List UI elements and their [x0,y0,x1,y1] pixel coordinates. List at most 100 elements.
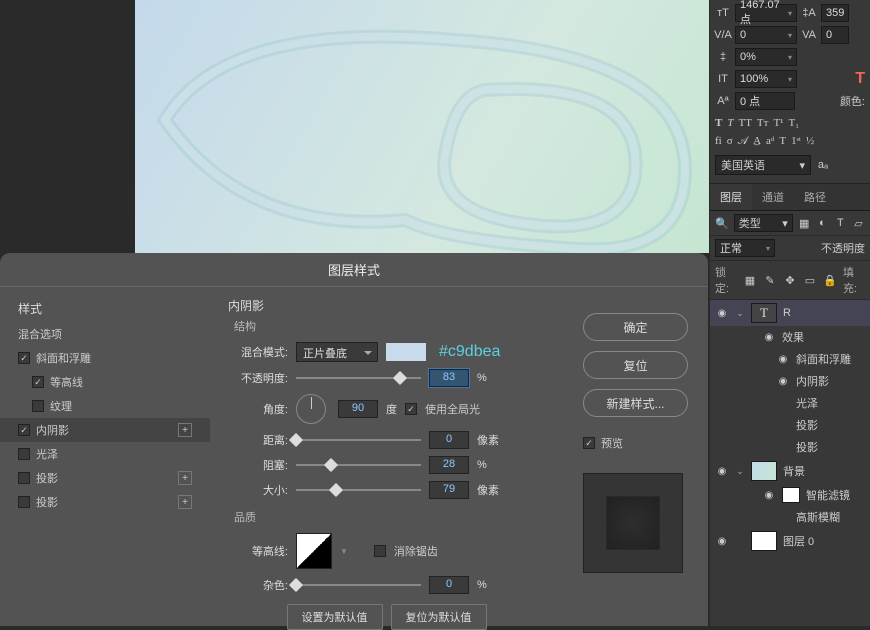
filter-type-select[interactable]: 类型▾ [734,214,793,232]
style-inner-shadow[interactable]: 内阴影 [0,418,210,442]
fx-drop-shadow-2[interactable]: 投影 [710,436,870,458]
smart-filters-header[interactable]: 智能滤镜 [710,484,870,506]
fx-bevel[interactable]: 斜面和浮雕 [710,348,870,370]
add-effect-icon[interactable] [178,471,192,485]
reset-button[interactable]: 复位 [583,351,688,379]
disclosure-icon[interactable]: ⌄ [735,308,745,319]
add-effect-icon[interactable] [178,495,192,509]
checkbox-icon[interactable] [18,472,30,484]
angle-dial[interactable] [296,394,326,424]
tab-layers[interactable]: 图层 [710,184,752,210]
bold-button[interactable]: T [715,117,722,129]
smallcaps-button[interactable]: Tᴛ [757,117,769,129]
style-texture[interactable]: 纹理 [0,394,210,418]
noise-slider[interactable] [296,584,421,586]
checkbox-icon[interactable] [18,424,30,436]
noise-input[interactable]: 0 [429,576,469,594]
angle-input[interactable]: 90 [338,400,378,418]
style-satin[interactable]: 光泽 [0,442,210,466]
visibility-icon[interactable] [715,534,729,548]
add-effect-icon[interactable] [178,423,192,437]
filter-type-icon[interactable]: T [834,215,847,231]
stylistic-button[interactable]: 𝒜 [738,135,748,148]
tab-channels[interactable]: 通道 [752,184,794,210]
lock-artboard-icon[interactable]: ▭ [803,272,817,288]
leading-field[interactable]: 359 [821,4,849,22]
layer-bg[interactable]: ⌄ 背景 [710,458,870,484]
oldstyle-button[interactable]: 1ˢᵗ [791,135,801,148]
distance-input[interactable]: 0 [429,431,469,449]
opacity-slider[interactable] [296,377,421,379]
visibility-icon[interactable] [776,352,790,366]
size-input[interactable]: 79 [429,481,469,499]
preview-checkbox[interactable] [583,437,595,449]
fx-inner-shadow[interactable]: 内阴影 [710,370,870,392]
opacity-input[interactable]: 83 [429,369,469,387]
checkbox-icon[interactable] [18,448,30,460]
color-swatch[interactable] [386,343,426,361]
lock-position-icon[interactable]: ✥ [783,272,797,288]
filter-adjust-icon[interactable]: ◐ [816,215,829,231]
new-style-button[interactable]: 新建样式... [583,389,688,417]
choke-slider[interactable] [296,464,421,466]
checkbox-icon[interactable] [32,400,44,412]
lock-brush-icon[interactable]: ✎ [763,272,777,288]
filter-pixel-icon[interactable]: ▦ [798,215,811,231]
global-light-checkbox[interactable] [405,403,417,415]
tracking-field[interactable]: 0 [821,26,849,44]
kerning-field[interactable]: 0▾ [735,26,797,44]
baseline-field[interactable]: 0 点 [735,92,795,110]
style-drop-shadow-1[interactable]: 投影 [0,466,210,490]
blending-options-row[interactable]: 混合选项 [0,322,210,346]
fx-drop-shadow-1[interactable]: 投影 [710,414,870,436]
reset-default-button[interactable]: 复位为默认值 [391,604,487,630]
allcaps-button[interactable]: TT [738,117,751,129]
checkbox-icon[interactable] [18,496,30,508]
contour-picker[interactable] [296,533,332,569]
visibility-icon[interactable] [715,306,729,320]
checkbox-icon[interactable] [18,352,30,364]
filter-gaussian[interactable]: 高斯模糊 [710,506,870,528]
slashed-zero-button[interactable]: ½ [806,135,814,148]
styles-header[interactable]: 样式 [0,295,210,322]
anti-alias-select[interactable]: aₐ [815,157,831,173]
style-drop-shadow-2[interactable]: 投影 [0,490,210,514]
tab-paths[interactable]: 路径 [794,184,836,210]
distance-slider[interactable] [296,439,421,441]
visibility-icon[interactable] [776,374,790,388]
style-contour[interactable]: 等高线 [0,370,210,394]
italic-button[interactable]: T [727,117,733,129]
swash-button[interactable]: σ [727,135,733,148]
blend-mode-select[interactable]: 正片叠底 [296,342,378,362]
vscale-field[interactable]: 0%▾ [735,48,797,66]
size-slider[interactable] [296,489,421,491]
subscript-button[interactable]: T₁ [788,117,799,129]
superscript-button[interactable]: T¹ [773,117,783,129]
visibility-icon[interactable] [762,488,776,502]
font-size-field[interactable]: 1467.07 点▾ [735,4,797,22]
checkbox-icon[interactable] [32,376,44,388]
ligatures-button[interactable]: fi [715,135,722,148]
visibility-icon[interactable] [715,464,729,478]
visibility-icon[interactable] [762,330,776,344]
fx-header[interactable]: 效果 [710,326,870,348]
fx-satin[interactable]: 光泽 [710,392,870,414]
anti-alias-checkbox[interactable] [374,545,386,557]
set-default-button[interactable]: 设置为默认值 [287,604,383,630]
disclosure-icon[interactable]: ⌄ [735,466,745,477]
titling-button[interactable]: A̲ [753,135,761,148]
blend-mode-select[interactable]: 正常▾ [715,239,775,257]
language-select[interactable]: 美国英语▾ [715,155,811,175]
style-bevel[interactable]: 斜面和浮雕 [0,346,210,370]
choke-input[interactable]: 28 [429,456,469,474]
lock-all-icon[interactable]: 🔒 [823,272,837,288]
layer-0[interactable]: 图层 0 [710,528,870,554]
layer-text-r[interactable]: ⌄ T R [710,300,870,326]
hscale-field[interactable]: 100%▾ [735,70,797,88]
search-icon[interactable]: 🔍 [715,215,729,231]
ok-button[interactable]: 确定 [583,313,688,341]
ordinals-button[interactable]: aᵈ [766,135,774,148]
filter-shape-icon[interactable]: ▱ [852,215,865,231]
fractions-button[interactable]: T [779,135,786,148]
lock-pixels-icon[interactable]: ▦ [743,272,757,288]
